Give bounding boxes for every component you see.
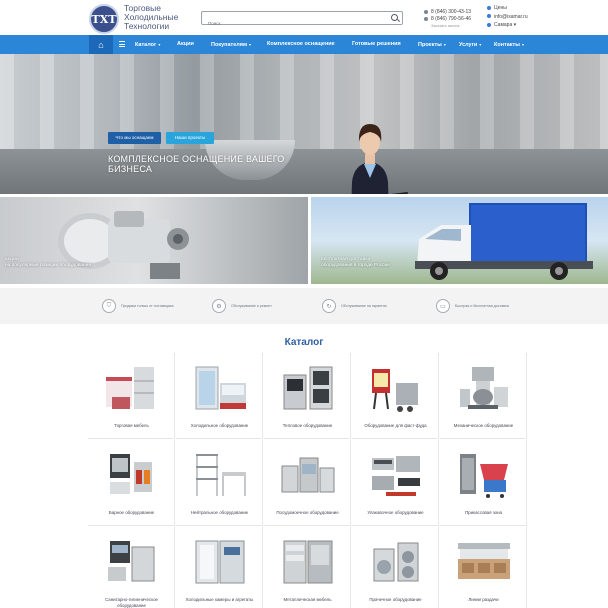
company-logo[interactable]: ТХТ — [89, 4, 119, 34]
chevron-down-icon: ▾ — [158, 42, 161, 47]
bar-equipment-image — [110, 454, 152, 494]
hero-title: КОМПЛЕКСНОЕ ОСНАЩЕНИЕ ВАШЕГО БИЗНЕСА — [108, 154, 285, 174]
neutral-equipment-image — [196, 454, 246, 496]
sanitary-equipment-image — [108, 541, 155, 582]
search-icon[interactable] — [391, 14, 398, 21]
thermal-equipment-image — [283, 366, 333, 410]
catalog-grid: Торговая мебель Холодильное оборудование… — [88, 353, 528, 608]
serving-lines-image — [458, 543, 510, 579]
feature-item: ↻ Обслуживание на гарантии — [322, 296, 387, 316]
trade-furniture-image — [106, 367, 154, 409]
promo-banner-delivery[interactable]: БЕСПЛАТНАЯ ДОСТАВКА оборудования в город… — [311, 197, 608, 284]
city-selector[interactable]: Самара — [494, 22, 512, 28]
what-we-equip-button[interactable]: Что мы оснащаем — [108, 132, 161, 144]
callback-link[interactable]: Заказать звонок — [431, 23, 471, 30]
email-link[interactable]: info@isamar.ru — [494, 14, 528, 20]
search-box — [201, 11, 403, 30]
nav-promotions[interactable]: Акции — [177, 35, 194, 54]
catalog-item-thermal[interactable]: Тепловое оборудование — [264, 353, 351, 439]
feature-item: ⛉ Продажи только от поставщика — [102, 296, 174, 316]
catalog-item-sanitary[interactable]: Санитарно-гигиеническое оборудование — [88, 527, 175, 608]
menu-icon[interactable] — [119, 41, 125, 48]
catalog-item-metal-furniture[interactable]: Металлическая мебель — [264, 527, 351, 608]
mechanical-equipment-image — [460, 367, 508, 409]
catalog-item-mechanical[interactable]: Механическое оборудование — [440, 353, 527, 439]
phone-icon — [424, 9, 428, 14]
catalog-item-cold-rooms[interactable]: Холодильные камеры и агрегаты — [176, 527, 263, 608]
promo-banner-sales[interactable]: АКЦИИ на популярные позиции оборудования — [0, 197, 308, 284]
brand-name[interactable]: Торговые Холодильные Технологии — [124, 4, 178, 31]
metal-furniture-image — [283, 540, 333, 584]
catalog-item-trade-furniture[interactable]: Торговая мебель — [88, 353, 175, 439]
our-projects-button[interactable]: Наши проекты — [166, 132, 214, 144]
packaging-equipment-image — [372, 456, 420, 496]
phone-number-1[interactable]: 8 (846) 300-43-13 — [431, 9, 471, 15]
phone-block: 8 (846) 300-43-13 8 (846) 790-56-46 Зака… — [424, 9, 471, 30]
hero-slider[interactable]: КОМПЛЕКСНОЕ ОСНАЩЕНИЕ ВАШЕГО БИЗНЕСА — [0, 54, 608, 194]
features-strip: ⛉ Продажи только от поставщика ⚙ Обслужи… — [0, 288, 608, 324]
mail-icon — [487, 14, 491, 19]
feature-item: ▭ Быстрая и бесплатная доставка — [436, 296, 509, 316]
nav-contacts[interactable]: Контакты ▾ — [494, 35, 524, 54]
phone-icon — [424, 16, 428, 21]
catalog-item-bar[interactable]: Барное оборудование — [88, 440, 175, 526]
site-header: ТХТ Торговые Холодильные Технологии 8 (8… — [0, 0, 608, 35]
meat-grinder-image — [58, 211, 189, 279]
truck-icon: ▭ — [436, 299, 450, 313]
chevron-down-icon: ▾ — [521, 42, 524, 47]
nav-customers[interactable]: Покупателям ▾ — [211, 35, 251, 54]
delivery-truck-image — [415, 203, 593, 280]
refrigeration-image — [195, 366, 246, 410]
cold-rooms-image — [195, 540, 245, 584]
catalog-title: Каталог — [284, 337, 324, 348]
chevron-down-icon: ▾ — [249, 42, 252, 47]
feature-item: ⚙ Обслуживание и ремонт — [212, 296, 272, 316]
catalog-item-fast-food[interactable]: Оборудование для фаст-фуда — [352, 353, 439, 439]
catalog-item-packaging[interactable]: Упаковочное оборудование — [352, 440, 439, 526]
nav-complex-equipment[interactable]: Комплексное оснащение — [267, 35, 335, 54]
phone-number-2[interactable]: 8 (846) 790-56-46 — [431, 16, 471, 22]
hero-woman-image — [351, 124, 408, 194]
catalog-item-dishwashing[interactable]: Посудомоечное оборудование — [264, 440, 351, 526]
promo-delivery-text: БЕСПЛАТНАЯ ДОСТАВКА оборудования в город… — [321, 256, 390, 268]
checkout-zone-image — [460, 454, 508, 498]
search-input[interactable] — [202, 17, 382, 30]
location-icon — [487, 22, 491, 27]
prices-link[interactable]: Цены — [494, 5, 507, 11]
kitchen-counter — [0, 149, 608, 194]
promo-sales-text: АКЦИИ на популярные позиции оборудования — [5, 256, 91, 268]
dishwashing-equipment-image — [281, 457, 335, 493]
chevron-down-icon: ▾ — [443, 42, 446, 47]
nav-ready-solutions[interactable]: Готовые решения — [352, 35, 401, 54]
catalog-item-laundry[interactable]: Прачечное оборудование — [352, 527, 439, 608]
nav-projects[interactable]: Проекты ▾ — [418, 35, 446, 54]
refresh-icon: ↻ — [322, 299, 336, 313]
nav-catalog[interactable]: Каталог ▾ — [135, 35, 160, 54]
chevron-down-icon: ▾ — [479, 42, 482, 47]
fast-food-equipment-image — [372, 369, 418, 412]
catalog-item-checkout[interactable]: Прикассовая зона — [440, 440, 527, 526]
nav-services[interactable]: Услуги ▾ — [459, 35, 481, 54]
home-icon[interactable]: ⌂ — [89, 35, 113, 54]
gear-icon: ⚙ — [212, 299, 226, 313]
main-nav: ⌂ Каталог ▾ Акции Покупателям ▾ Комплексно… — [0, 35, 608, 54]
catalog-item-refrigeration[interactable]: Холодильное оборудование — [176, 353, 263, 439]
catalog-item-neutral[interactable]: Нейтральное оборудование — [176, 440, 263, 526]
catalog-item-serving-lines[interactable]: Линии раздачи — [440, 527, 527, 608]
shield-icon: ⛉ — [102, 299, 116, 313]
contact-block: Цены info@isamar.ru Самара ▾ — [487, 4, 528, 30]
laundry-equipment-image — [373, 542, 419, 582]
price-icon — [487, 5, 491, 10]
